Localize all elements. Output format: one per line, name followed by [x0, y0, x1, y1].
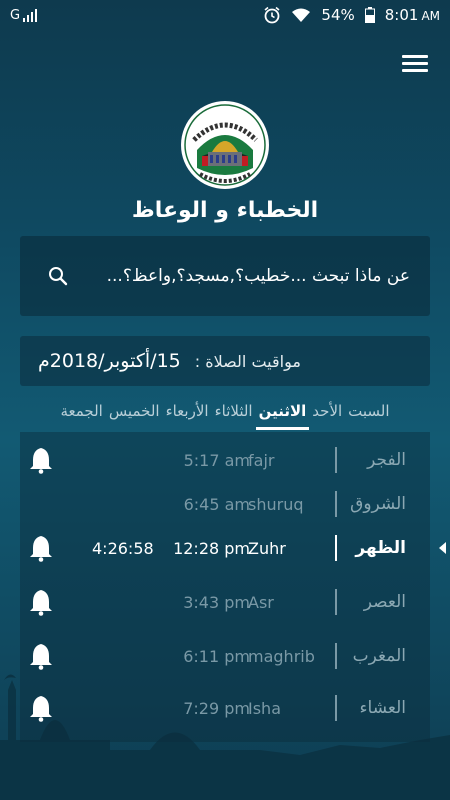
- prayer-name-en: shuruq: [248, 494, 304, 514]
- prayer-row-fajr[interactable]: 5:17 am fajr الفجر: [20, 440, 430, 480]
- prayer-name-en: fajr: [248, 450, 275, 470]
- search-input[interactable]: [90, 266, 410, 286]
- prayer-name-ar: المغرب: [352, 646, 406, 666]
- bell-icon[interactable]: [28, 642, 54, 670]
- prayer-name-ar: العشاء: [359, 698, 406, 718]
- bell-icon[interactable]: [28, 446, 54, 474]
- battery-percent: 54%: [321, 6, 355, 24]
- network-type: G: [10, 7, 21, 23]
- bell-icon[interactable]: [28, 534, 54, 562]
- prayer-time: 6:11 pm: [183, 646, 250, 666]
- prayer-name-ar: الظهر: [355, 538, 406, 558]
- signal-icon: [23, 9, 38, 22]
- prayer-name-ar: العصر: [363, 592, 406, 612]
- alarm-icon: [264, 6, 280, 24]
- prayer-time: 3:43 pm: [183, 592, 250, 612]
- prayer-name-en: Asr: [248, 592, 274, 612]
- divider: [335, 447, 337, 473]
- battery-icon: [364, 7, 375, 23]
- divider: [335, 535, 337, 561]
- prayer-times-label: مواقيت الصلاة :: [194, 351, 301, 371]
- divider: [335, 643, 337, 669]
- tab-monday[interactable]: الاثنين: [255, 398, 310, 430]
- prayer-row-asr[interactable]: 3:43 pm Asr العصر: [20, 582, 430, 622]
- current-prayer-arrow-icon: [439, 542, 446, 554]
- signal-area: G: [10, 8, 38, 23]
- prayer-row-zuhr[interactable]: 4:26:58 12:28 pm Zuhr الظهر: [20, 528, 446, 568]
- app-title: الخطباء و الوعاظ: [131, 198, 319, 223]
- prayer-name-ar: الشروق: [350, 494, 406, 514]
- prayer-time: 5:17 am: [183, 450, 250, 470]
- tab-tuesday[interactable]: الثلاثاء: [212, 398, 256, 430]
- prayer-time: 6:45 am: [183, 494, 250, 514]
- countdown: 4:26:58: [92, 538, 154, 558]
- tab-sunday[interactable]: الأحد: [309, 398, 345, 430]
- prayer-name-en: Zuhr: [248, 538, 286, 558]
- status-bar: G 54% 8:01 AM: [0, 0, 450, 30]
- day-tabs: السبت الأحد الاثنين الثلاثاء الأربعاء ال…: [0, 398, 450, 430]
- clock-time: 8:01: [384, 6, 419, 24]
- menu-icon[interactable]: [402, 55, 428, 73]
- divider: [335, 695, 337, 721]
- prayer-name-en: Isha: [248, 698, 281, 718]
- prayer-name-ar: الفجر: [367, 450, 406, 470]
- bell-icon[interactable]: [28, 588, 54, 616]
- wifi-icon: [292, 8, 311, 22]
- bell-icon[interactable]: [28, 694, 54, 722]
- prayer-time: 12:28 pm: [173, 538, 250, 558]
- prayer-row-maghrib[interactable]: 6:11 pm maghrib المغرب: [20, 636, 430, 676]
- prayer-times-table: 5:17 am fajr الفجر 6:45 am shuruq الشروق…: [20, 432, 446, 742]
- clock-ampm: AM: [421, 9, 440, 23]
- tab-thursday[interactable]: الخميس: [106, 398, 163, 430]
- tab-wednesday[interactable]: الأربعاء: [163, 398, 212, 430]
- divider: [335, 491, 337, 517]
- date-bar: مواقيت الصلاة : 15/أكتوبر/2018م: [20, 336, 430, 386]
- prayer-name-en: maghrib: [248, 646, 315, 666]
- prayer-row-isha[interactable]: 7:29 pm Isha العشاء: [20, 688, 430, 728]
- clock: 8:01 AM: [385, 6, 440, 24]
- tab-friday[interactable]: الجمعة: [57, 398, 105, 430]
- prayer-row-shuruq[interactable]: 6:45 am shuruq الشروق: [20, 484, 430, 524]
- ministry-logo: [180, 100, 270, 190]
- search-box[interactable]: [20, 236, 430, 316]
- divider: [335, 589, 337, 615]
- prayer-time: 7:29 pm: [183, 698, 250, 718]
- search-icon[interactable]: [48, 266, 68, 286]
- current-date: 15/أكتوبر/2018م: [38, 350, 181, 372]
- tab-saturday[interactable]: السبت: [345, 398, 392, 430]
